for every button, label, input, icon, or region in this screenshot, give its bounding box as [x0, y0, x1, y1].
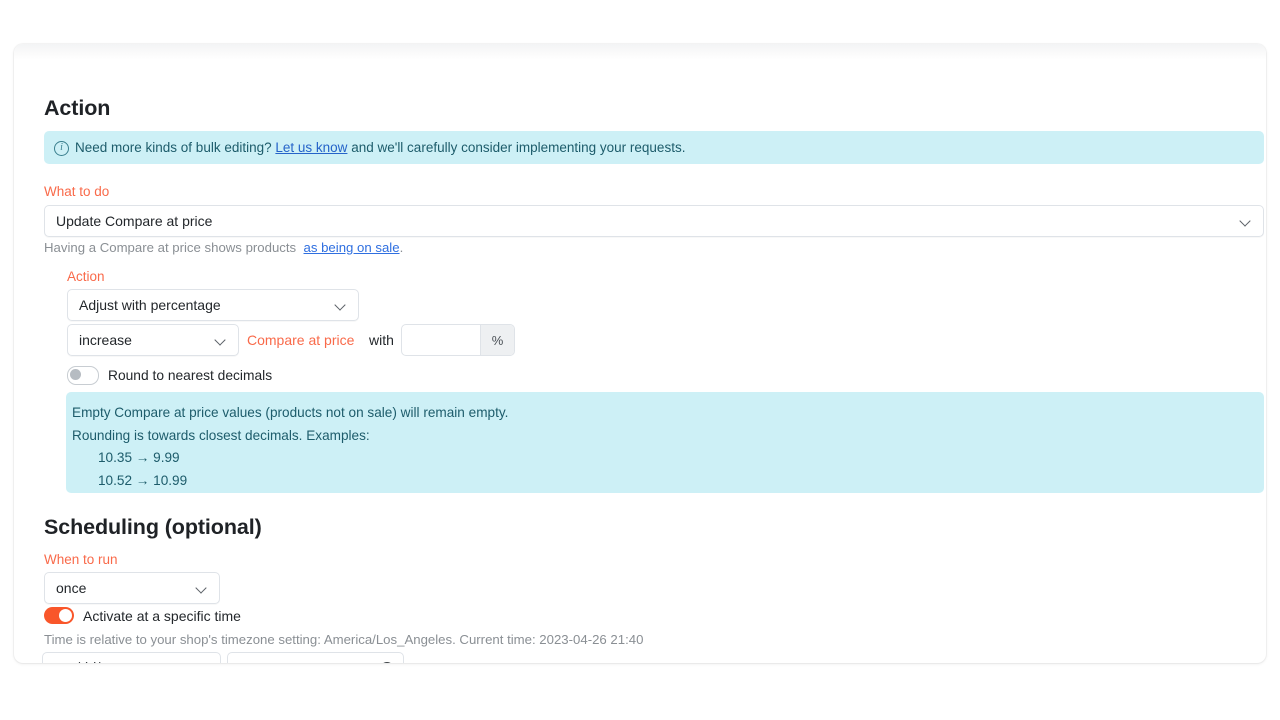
schedule-time-placeholder: --:-- --	[237, 661, 380, 663]
percent-suffix: %	[480, 325, 514, 355]
toggle-knob	[70, 369, 81, 380]
action-section-title: Action	[44, 96, 111, 120]
start-of-day-link[interactable]: start of day	[410, 661, 479, 663]
scheduling-section-title: Scheduling (optional)	[44, 515, 262, 539]
round-to-nearest-decimals-label: Round to nearest decimals	[108, 368, 273, 383]
percentage-input-group[interactable]: %	[401, 324, 515, 356]
feedback-banner: Need more kinds of bulk editing? Let us …	[44, 131, 1264, 164]
round-to-nearest-decimals-toggle-row[interactable]: Round to nearest decimals	[67, 366, 272, 385]
page-root: Action Need more kinds of bulk editing? …	[0, 0, 1280, 720]
action-type-select[interactable]: Adjust with percentage	[67, 289, 359, 321]
card-top-gradient	[14, 44, 1266, 60]
what-to-do-select-value: Update Compare at price	[56, 213, 213, 229]
let-us-know-link[interactable]: Let us know	[275, 138, 347, 157]
as-being-on-sale-link[interactable]: as being on sale	[304, 240, 400, 255]
activate-at-specific-time-toggle-row[interactable]: Activate at a specific time	[44, 607, 241, 624]
compare-at-price-helper: Having a Compare at price shows products…	[44, 240, 403, 255]
sub-action-label: Action	[67, 269, 105, 284]
round-to-nearest-decimals-toggle[interactable]	[67, 366, 99, 385]
chevron-down-icon	[197, 583, 208, 594]
clock-icon[interactable]	[380, 662, 394, 663]
chevron-down-icon	[1241, 216, 1252, 227]
chevron-down-icon	[216, 335, 227, 346]
schedule-date-input[interactable]: mm/dd/yyyy	[42, 652, 221, 663]
compare-helper-text-before: Having a Compare at price shows products	[44, 240, 297, 255]
schedule-time-input[interactable]: --:-- --	[227, 652, 404, 663]
compare-at-price-target-text: Compare at price	[247, 332, 355, 348]
rounding-info-banner: Empty Compare at price values (products …	[66, 392, 1264, 493]
what-to-do-select[interactable]: Update Compare at price	[44, 205, 1264, 237]
rounding-example-2: 10.52 → 10.99	[98, 472, 188, 488]
percentage-input[interactable]	[402, 325, 480, 355]
with-text: with	[369, 332, 394, 348]
compare-helper-text-after: .	[399, 240, 404, 255]
activate-at-specific-time-label: Activate at a specific time	[83, 607, 241, 624]
rounding-example-1: 10.35 → 9.99	[98, 450, 180, 465]
calendar-icon[interactable]	[198, 662, 211, 663]
when-to-run-select[interactable]: once	[44, 572, 220, 604]
bulk-edit-card: Action Need more kinds of bulk editing? …	[14, 44, 1266, 663]
feedback-banner-text-before: Need more kinds of bulk editing?	[75, 140, 272, 155]
timezone-helper-text: Time is relative to your shop's timezone…	[44, 632, 644, 647]
when-to-run-label: When to run	[44, 552, 118, 567]
direction-select[interactable]: increase	[67, 324, 239, 356]
rounding-note-line2: Rounding is towards closest decimals. Ex…	[72, 427, 370, 443]
chevron-down-icon	[336, 300, 347, 311]
schedule-date-placeholder: mm/dd/yyyy	[52, 661, 198, 663]
toggle-knob	[59, 609, 72, 622]
action-type-select-value: Adjust with percentage	[79, 297, 221, 313]
what-to-do-label: What to do	[44, 184, 110, 199]
direction-select-value: increase	[79, 332, 132, 348]
info-icon	[54, 140, 69, 156]
feedback-banner-text-after: and we'll carefully consider implementin…	[351, 140, 686, 155]
rounding-note-line1: Empty Compare at price values (products …	[72, 405, 509, 420]
when-to-run-select-value: once	[56, 580, 87, 596]
activate-at-specific-time-toggle[interactable]	[44, 607, 74, 624]
